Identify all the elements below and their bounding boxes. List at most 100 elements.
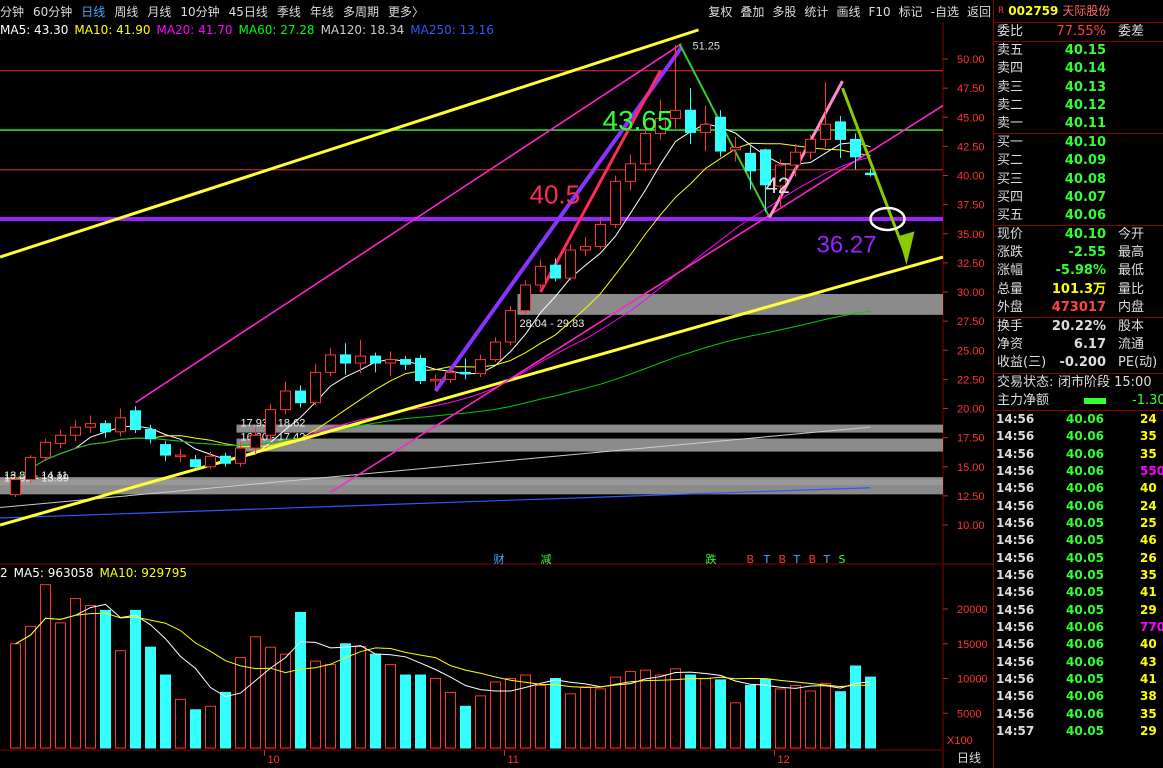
candle-body	[865, 172, 876, 176]
tick-price: 40.05	[1066, 585, 1104, 600]
event-marker[interactable]: B	[779, 553, 787, 566]
period-tab-10[interactable]: 更多〉	[388, 5, 424, 19]
volume-bar	[745, 684, 756, 749]
volume-bar	[460, 705, 471, 749]
bid-book: 买一 40.10 买二 40.09 买三 40.08 买四 40.07 买五 40.06	[994, 134, 1163, 227]
candle-body	[580, 246, 591, 251]
x-tick-label: 10	[268, 754, 280, 766]
bids-label: 买三	[997, 171, 1024, 187]
stats2-value: 6.17	[1073, 337, 1106, 353]
stats-label: 现价	[997, 227, 1024, 243]
volume-bar	[355, 646, 366, 749]
asks-row[interactable]: 卖一 40.11	[994, 115, 1163, 133]
event-marker[interactable]: T	[823, 553, 831, 566]
period-tab-4[interactable]: 月线	[147, 5, 171, 19]
toolbar-action-5[interactable]: F10	[868, 5, 890, 19]
period-tab-0[interactable]: 分钟	[0, 5, 24, 19]
period-tab-7[interactable]: 季线	[277, 5, 301, 19]
webi-value: 77.55%	[1056, 24, 1106, 39]
period-tab-2[interactable]: 日线	[81, 5, 105, 19]
volume-bar	[595, 688, 606, 749]
toolbar-action-0[interactable]: 复权	[708, 5, 732, 19]
gap-zone	[0, 479, 943, 495]
stats-row: 涨跌 -2.55 最高	[994, 244, 1163, 262]
period-tab-8[interactable]: 年线	[310, 5, 334, 19]
tick-price: 40.05	[1066, 602, 1104, 617]
price-tick-label: 35.00	[957, 229, 985, 241]
tick-volume: 24	[1140, 411, 1157, 426]
tick-time: 14:56	[996, 429, 1035, 444]
tick-price: 40.06	[1066, 706, 1104, 721]
bids-row[interactable]: 买五 40.06	[994, 207, 1163, 225]
stats2-label: 收益(三)	[997, 355, 1047, 371]
candle-body	[145, 428, 156, 440]
kline-chart[interactable]: 10.00 12.50 15.00 17.50 20.00 22.50 25.00 27.50…	[0, 22, 993, 768]
webi-label: 委比	[997, 24, 1024, 39]
asks-row[interactable]: 卖二 40.12	[994, 97, 1163, 115]
tick-row: 14:56 40.06 38	[994, 688, 1163, 705]
tick-row: 14:56 40.06 550	[994, 463, 1163, 480]
toolbar-action-8[interactable]: 返回	[967, 5, 991, 19]
period-tab-1[interactable]: 60分钟	[33, 5, 72, 19]
event-marker[interactable]: T	[763, 553, 771, 566]
toolbar-action-3[interactable]: 统计	[804, 5, 828, 19]
asks-row[interactable]: 卖三 40.13	[994, 79, 1163, 97]
ma-legend: MA5: 43.30 MA10: 41.90 MA20: 41.70 MA60: 27…	[0, 23, 500, 39]
event-marker[interactable]: 减	[541, 553, 552, 566]
stock-title[interactable]: R 002759 天际股份	[994, 0, 1163, 23]
stats-label2: 最低	[1118, 263, 1145, 279]
stats-value: 473017	[1051, 299, 1106, 315]
asks-row[interactable]: 卖四 40.14	[994, 60, 1163, 78]
event-marker[interactable]: S	[839, 553, 846, 566]
toolbar-action-1[interactable]: 叠加	[740, 5, 764, 19]
tick-row: 14:56 40.05 41	[994, 584, 1163, 601]
toolbar-action-7[interactable]: -自选	[931, 5, 959, 19]
bids-row[interactable]: 买二 40.09	[994, 152, 1163, 170]
period-tab-6[interactable]: 45日线	[229, 5, 268, 19]
price-tick-label: 47.50	[957, 83, 985, 95]
event-marker[interactable]: B	[747, 553, 755, 566]
period-label: 日线	[957, 751, 981, 765]
event-marker[interactable]: T	[793, 553, 801, 566]
volume-bar	[385, 664, 396, 749]
bids-row[interactable]: 买一 40.10	[994, 134, 1163, 152]
event-marker[interactable]: 财	[494, 552, 505, 566]
volume-bar	[175, 698, 186, 749]
toolbar-action-2[interactable]: 多股	[772, 5, 796, 19]
volume-legend: 2 MA5: 963058 MA10: 929795	[0, 566, 193, 582]
asks-price: 40.11	[1064, 115, 1106, 131]
asks-row[interactable]: 卖五 40.15	[994, 42, 1163, 60]
tick-volume: 35	[1140, 446, 1157, 461]
candle-body	[430, 378, 441, 382]
tick-row: 14:56 40.06 770	[994, 619, 1163, 636]
tick-time: 14:57	[996, 724, 1035, 739]
candle-body	[40, 441, 51, 458]
webi-row: 委比 77.55% 委差	[994, 23, 1163, 43]
bids-row[interactable]: 买四 40.07	[994, 189, 1163, 207]
period-tab-9[interactable]: 多周期	[343, 5, 379, 19]
toolbar-action-4[interactable]: 画线	[836, 5, 860, 19]
toolbar-action-6[interactable]: 标记	[899, 5, 923, 19]
tick-volume: 25	[1140, 516, 1157, 530]
period-tab-5[interactable]: 10分钟	[180, 5, 219, 19]
volume-bar	[760, 678, 771, 749]
event-marker[interactable]: B	[809, 553, 817, 566]
price-tick-label: 45.00	[957, 112, 985, 124]
tick-row: 14:56 40.06 24	[994, 411, 1163, 428]
period-tab-3[interactable]: 周线	[114, 5, 138, 19]
tick-price: 40.06	[1066, 689, 1104, 704]
toolbar: 分钟 60分钟 日线 周线 月线 10分钟 45日线 季线 年线 多周期 更多〉 复权 叠加 多股 统计画…	[0, 0, 993, 23]
vol-tick-label: 15000	[957, 639, 988, 651]
ma-legend-item: MA20: 41.70	[156, 23, 233, 37]
bids-row[interactable]: 买三 40.08	[994, 171, 1163, 189]
candle-body	[130, 410, 141, 430]
event-marker[interactable]: 跌	[706, 552, 717, 566]
candle-body	[190, 459, 201, 468]
stats2-label: 净资	[997, 337, 1024, 353]
volume-bar	[280, 653, 291, 749]
candle-body	[280, 390, 291, 411]
price-tick-label: 30.00	[957, 287, 985, 299]
tick-list[interactable]: 14:56 40.06 24 14:56 40.06 35 14:56 40.06 35 14:5…	[994, 411, 1163, 741]
candle-body	[565, 249, 576, 279]
stock-code: 002759	[1008, 4, 1059, 18]
